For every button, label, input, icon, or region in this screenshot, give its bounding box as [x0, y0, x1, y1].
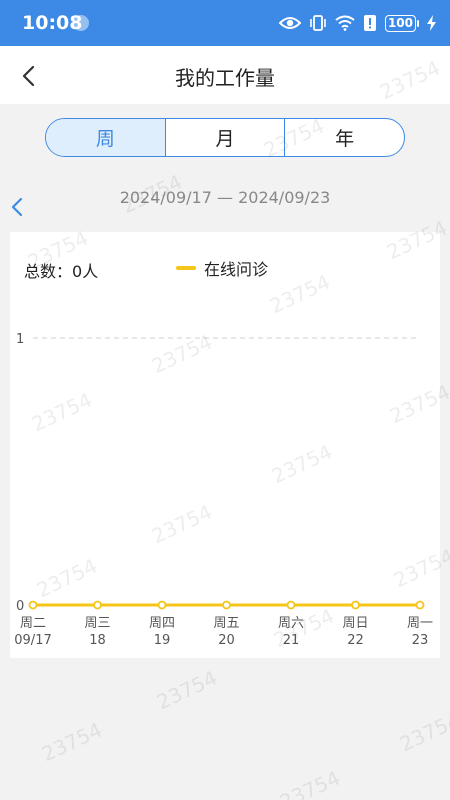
watermark-text: 23754 — [152, 665, 221, 715]
watermark-text: 23754 — [395, 707, 450, 757]
x-tick-date: 18 — [89, 633, 106, 648]
x-tick-weekday: 周三 — [84, 616, 110, 631]
wifi-icon — [335, 15, 355, 31]
chart-card: 0 1 周二 09/17 周三 18 周四 19 周五 20 周六 21 周日 22 周一 23 总数：0人 … — [10, 232, 440, 658]
watermark-text: 23754 — [275, 765, 344, 800]
watermark-text: 23754 — [37, 717, 106, 767]
battery-level: 100 — [384, 14, 416, 32]
x-tick-date: 19 — [154, 633, 171, 648]
total-label: 总数： — [24, 262, 73, 281]
tab-year[interactable]: 年 — [285, 119, 404, 156]
data-point — [415, 600, 425, 610]
x-tick-weekday: 周日 — [342, 616, 368, 631]
x-tick-weekday: 周五 — [213, 616, 239, 631]
legend-label: 在线问诊 — [204, 260, 269, 279]
chart-legend[interactable]: 在线问诊 — [176, 256, 268, 280]
charging-icon — [427, 15, 436, 31]
data-point — [286, 600, 296, 610]
status-bar: 10:08 100 — [0, 0, 450, 46]
vibrate-icon — [310, 15, 326, 31]
data-point — [28, 600, 38, 610]
x-tick-weekday: 周六 — [278, 616, 304, 631]
data-point — [157, 600, 167, 610]
x-tick-date: 23 — [412, 633, 429, 648]
total-count: 总数：0人 — [24, 258, 98, 282]
data-point — [93, 600, 102, 610]
date-range-row: 2024/09/17 — 2024/09/23 — [0, 186, 450, 217]
period-tabs: 周 月 年 — [45, 118, 405, 157]
alert-icon — [363, 15, 376, 31]
x-tick-weekday: 周四 — [149, 616, 175, 631]
tab-week[interactable]: 周 — [46, 119, 166, 156]
workload-line-chart: 0 1 周二 09/17 周三 18 周四 19 周五 20 周六 21 周日 22 周一 23 — [14, 332, 433, 648]
usb-debug-icon — [73, 15, 89, 31]
y-tick-label: 1 — [16, 332, 24, 347]
data-point — [222, 600, 231, 610]
page-title: 我的工作量 — [175, 66, 275, 90]
status-icons: 100 — [278, 12, 436, 34]
tab-month[interactable]: 月 — [166, 119, 286, 156]
battery-icon: 100 — [384, 14, 419, 32]
data-point — [351, 600, 360, 610]
x-tick-date: 09/17 — [14, 633, 51, 648]
title-bar: 我的工作量 — [0, 46, 450, 104]
x-tick-date: 20 — [218, 633, 235, 648]
x-tick-date: 21 — [283, 633, 300, 648]
x-tick-weekday: 周一 — [407, 616, 433, 631]
date-range-text: 2024/09/17 — 2024/09/23 — [119, 188, 331, 207]
y-tick-label: 0 — [16, 599, 24, 614]
x-tick-weekday: 周二 — [20, 616, 46, 631]
legend-swatch — [176, 266, 196, 270]
x-tick-date: 22 — [347, 633, 364, 648]
eye-icon — [278, 17, 301, 29]
total-value: 0人 — [72, 262, 99, 281]
